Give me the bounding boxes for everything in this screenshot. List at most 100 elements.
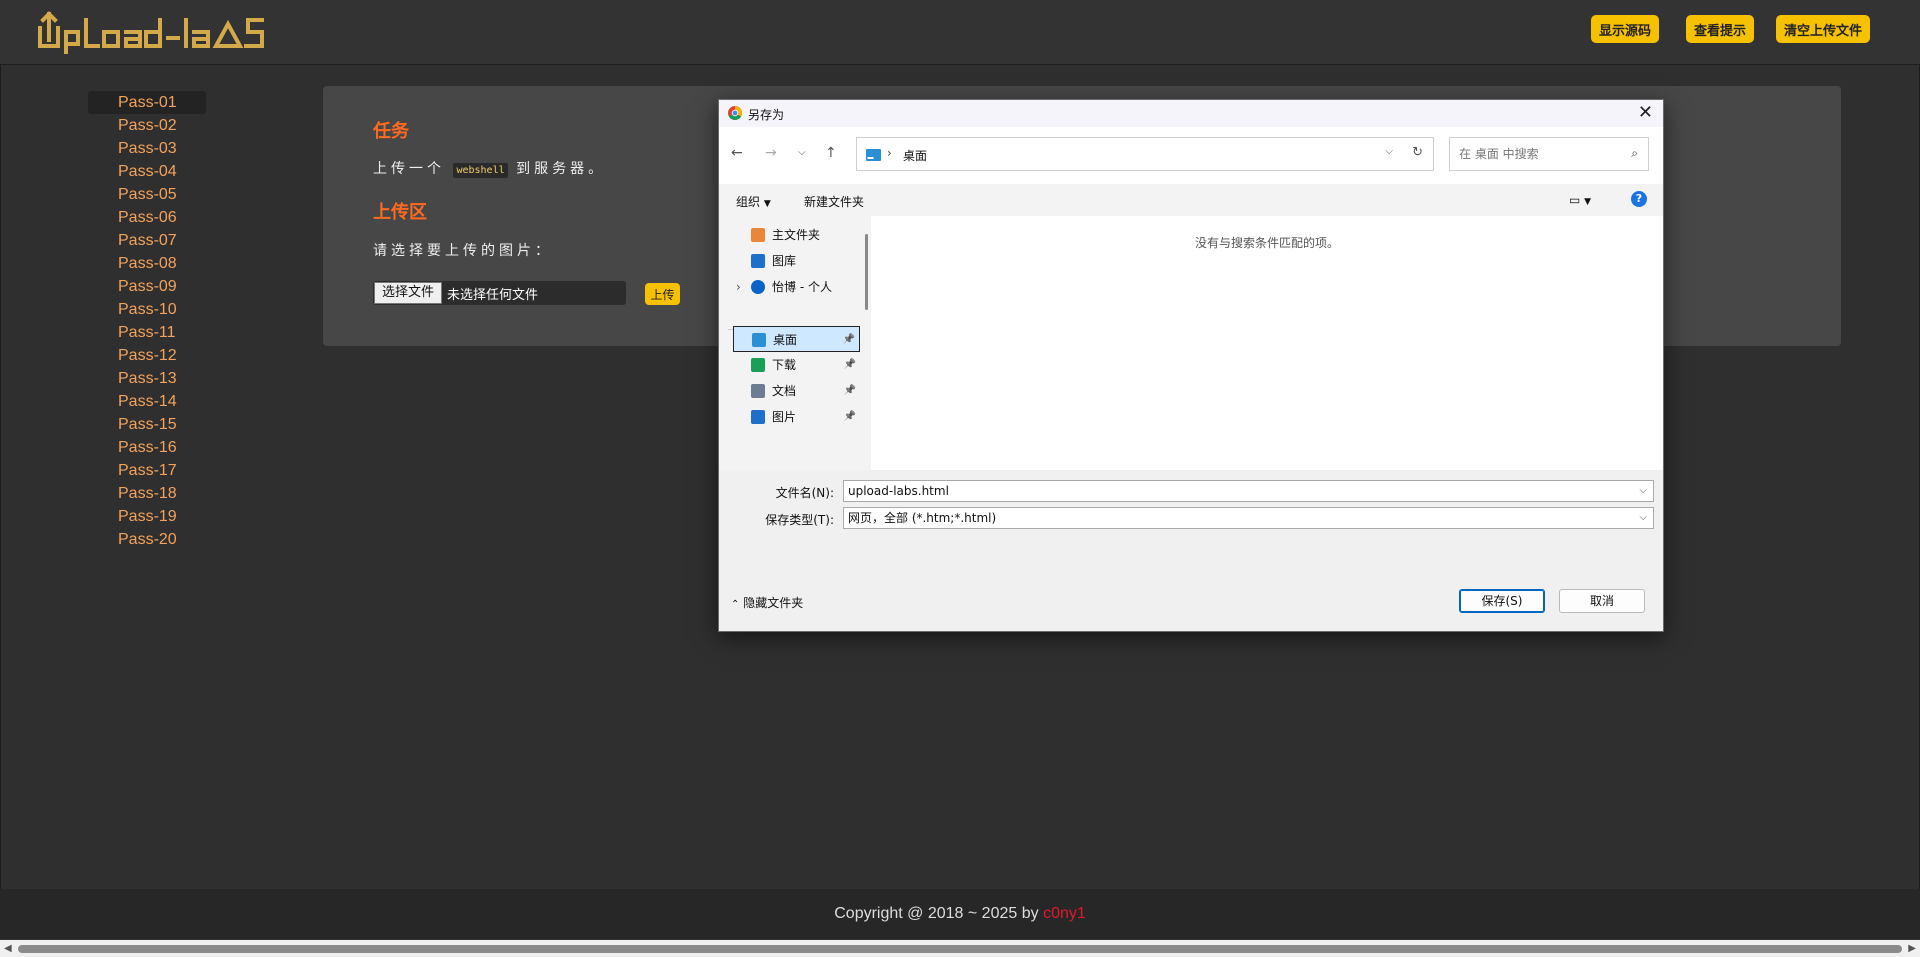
filename-label: 文件名(N): bbox=[775, 486, 834, 500]
task-description: 上传一个 webshell 到服务器。 bbox=[373, 161, 607, 178]
expand-chevron-icon[interactable]: › bbox=[736, 274, 741, 300]
recent-chevron-icon[interactable]: ⌵ bbox=[798, 147, 806, 158]
hide-folders-toggle[interactable]: ⌃ 隐藏文件夹 bbox=[731, 594, 803, 611]
file-list[interactable]: 没有与搜索条件匹配的项。 bbox=[871, 216, 1663, 470]
help-icon[interactable]: ? bbox=[1631, 191, 1647, 207]
cancel-button[interactable]: 取消 bbox=[1559, 589, 1645, 613]
nav-item-pass-12[interactable]: Pass-12 bbox=[88, 344, 206, 367]
webshell-code: webshell bbox=[453, 163, 508, 178]
document-icon bbox=[751, 384, 765, 398]
filename-form: 文件名(N): upload-labs.html ⌵ 保存类型(T): 网页，全… bbox=[719, 470, 1663, 575]
up-arrow-icon[interactable]: ↑ bbox=[825, 145, 837, 161]
dialog-footer: ⌃ 隐藏文件夹 保存(S) 取消 bbox=[719, 575, 1663, 631]
breadcrumb-separator-icon: › bbox=[887, 146, 892, 160]
task-title: 任务 bbox=[373, 121, 409, 142]
desktop-icon bbox=[866, 149, 881, 161]
scroll-left-icon[interactable]: ◀ bbox=[4, 943, 12, 954]
show-source-button[interactable]: 显示源码 bbox=[1591, 15, 1659, 43]
nav-item-pass-18[interactable]: Pass-18 bbox=[88, 482, 206, 505]
nav-item-pass-13[interactable]: Pass-13 bbox=[88, 367, 206, 390]
download-icon bbox=[751, 358, 765, 372]
save-button[interactable]: 保存(S) bbox=[1459, 589, 1545, 613]
new-folder-button[interactable]: 新建文件夹 bbox=[804, 193, 864, 210]
footer: Copyright @ 2018 ~ 2025 by c0ny1 bbox=[0, 889, 1920, 939]
tree-item-6[interactable]: 文档 📌 bbox=[733, 378, 860, 404]
navigation-pane-scrollbar[interactable] bbox=[862, 216, 871, 470]
tree-item-1[interactable]: 主文件夹 bbox=[733, 222, 860, 248]
close-icon[interactable]: ✕ bbox=[1638, 103, 1653, 123]
forward-arrow-icon[interactable]: → bbox=[765, 145, 777, 161]
home-icon bbox=[751, 228, 765, 242]
chevron-up-icon: ⌃ bbox=[731, 599, 740, 610]
tree-item-7[interactable]: 图片 📌 bbox=[733, 404, 860, 430]
nav-item-pass-14[interactable]: Pass-14 bbox=[88, 390, 206, 413]
tree-item-2[interactable]: 图库 bbox=[733, 248, 860, 274]
nav-item-pass-03[interactable]: Pass-03 bbox=[88, 137, 206, 160]
file-input[interactable]: 选择文件 未选择任何文件 bbox=[373, 281, 626, 305]
refresh-icon[interactable]: ↻ bbox=[1412, 145, 1423, 160]
empty-message: 没有与搜索条件匹配的项。 bbox=[1194, 236, 1339, 250]
save-as-dialog: 另存为 ✕ ← → ⌵ ↑ › 桌面 ⌵ ↻ ⌕ 组织 ▼ 新建文件夹 ▭ ▼ … bbox=[718, 99, 1664, 632]
choose-file-button[interactable]: 选择文件 bbox=[374, 282, 443, 304]
upload-prompt: 请选择要上传的图片： bbox=[373, 243, 553, 259]
pin-icon[interactable]: 📌 bbox=[843, 327, 855, 353]
view-hint-button[interactable]: 查看提示 bbox=[1686, 15, 1754, 43]
dialog-title: 另存为 bbox=[748, 108, 785, 122]
pin-icon[interactable]: 📌 bbox=[844, 404, 856, 430]
pane-scroll-thumb[interactable] bbox=[865, 234, 868, 310]
filetype-select[interactable]: 网页，全部 (*.htm;*.html) ⌵ bbox=[843, 507, 1654, 529]
tree-item-5[interactable]: 下载 📌 bbox=[733, 352, 860, 378]
view-options-icon[interactable]: ▭ ▼ bbox=[1569, 193, 1591, 207]
nav-item-pass-01[interactable]: Pass-01 bbox=[88, 91, 206, 114]
chevron-down-icon[interactable]: ⌵ bbox=[1639, 508, 1647, 528]
filetype-label: 保存类型(T): bbox=[765, 513, 834, 527]
no-file-text: 未选择任何文件 bbox=[447, 287, 539, 303]
tree-item-3[interactable]: › 怡博 - 个人 bbox=[733, 274, 860, 300]
nav-item-pass-06[interactable]: Pass-06 bbox=[88, 206, 206, 229]
search-input[interactable] bbox=[1459, 147, 1619, 161]
nav-item-pass-07[interactable]: Pass-07 bbox=[88, 229, 206, 252]
organize-button[interactable]: 组织 ▼ bbox=[736, 193, 771, 210]
nav-item-pass-16[interactable]: Pass-16 bbox=[88, 436, 206, 459]
pin-icon[interactable]: 📌 bbox=[844, 378, 856, 404]
nav-item-pass-05[interactable]: Pass-05 bbox=[88, 183, 206, 206]
nav-item-pass-04[interactable]: Pass-04 bbox=[88, 160, 206, 183]
search-icon[interactable]: ⌕ bbox=[1631, 146, 1638, 161]
caret-down-icon: ▼ bbox=[763, 199, 771, 209]
nav-item-pass-17[interactable]: Pass-17 bbox=[88, 459, 206, 482]
pictures-icon bbox=[751, 410, 765, 424]
pin-icon[interactable]: 📌 bbox=[844, 352, 856, 378]
navigation-pane: 主文件夹 图库 › 怡博 - 个人 桌面 📌 下载 📌 文档 📌 图片 📌 bbox=[719, 216, 862, 470]
gallery-icon bbox=[751, 254, 765, 268]
header: 显示源码 查看提示 清空上传文件 bbox=[0, 0, 1920, 65]
nav-item-pass-10[interactable]: Pass-10 bbox=[88, 298, 206, 321]
nav-item-pass-11[interactable]: Pass-11 bbox=[88, 321, 206, 344]
dialog-navigation: ← → ⌵ ↑ › 桌面 ⌵ ↻ ⌕ bbox=[719, 127, 1663, 177]
pass-nav: Pass-01 Pass-02 Pass-03 Pass-04 Pass-05 Pass-… bbox=[88, 91, 206, 551]
nav-item-pass-02[interactable]: Pass-02 bbox=[88, 114, 206, 137]
chrome-icon bbox=[728, 106, 742, 120]
desktop-icon bbox=[752, 333, 766, 347]
filename-field[interactable]: upload-labs.html ⌵ bbox=[843, 480, 1654, 502]
address-bar[interactable]: › 桌面 ⌵ ↻ bbox=[856, 137, 1434, 171]
address-path[interactable]: 桌面 bbox=[903, 147, 927, 164]
nav-item-pass-09[interactable]: Pass-09 bbox=[88, 275, 206, 298]
horizontal-scrollbar[interactable]: ◀ ▶ bbox=[0, 940, 1920, 957]
address-dropdown-icon[interactable]: ⌵ bbox=[1385, 146, 1393, 157]
command-bar: 组织 ▼ 新建文件夹 ▭ ▼ ? bbox=[719, 184, 1663, 216]
nav-item-pass-20[interactable]: Pass-20 bbox=[88, 528, 206, 551]
back-arrow-icon[interactable]: ← bbox=[731, 145, 743, 161]
nav-item-pass-19[interactable]: Pass-19 bbox=[88, 505, 206, 528]
upload-labs-logo bbox=[38, 11, 264, 54]
nav-item-pass-08[interactable]: Pass-08 bbox=[88, 252, 206, 275]
clear-uploads-button[interactable]: 清空上传文件 bbox=[1776, 15, 1870, 43]
author-link[interactable]: c0ny1 bbox=[1043, 905, 1086, 922]
onedrive-cloud-icon bbox=[751, 280, 765, 294]
search-box[interactable]: ⌕ bbox=[1449, 137, 1649, 171]
scrollbar-thumb[interactable] bbox=[18, 945, 1902, 953]
chevron-down-icon[interactable]: ⌵ bbox=[1639, 481, 1647, 501]
scroll-right-icon[interactable]: ▶ bbox=[1908, 943, 1916, 954]
upload-button[interactable]: 上传 bbox=[645, 283, 680, 305]
tree-item-4[interactable]: 桌面 📌 bbox=[733, 326, 860, 352]
nav-item-pass-15[interactable]: Pass-15 bbox=[88, 413, 206, 436]
